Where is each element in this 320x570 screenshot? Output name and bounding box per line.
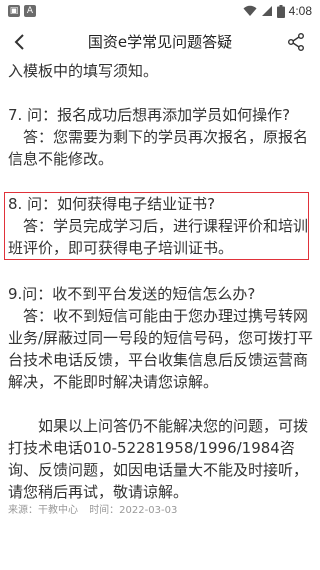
status-right: 4:08	[243, 4, 312, 18]
status-time: 4:08	[288, 4, 312, 18]
article-body: 入模板中的填写须知。 7. 问：报名成功后想再添加学员如何操作? 答：您需要为剩…	[4, 60, 314, 519]
q7-question: 7. 问：报名成功后想再添加学员如何操作?	[8, 106, 291, 124]
time-label: 时间：2022-03-03	[89, 505, 178, 516]
q8-answer: 答：学员完成学习后，进行课程评价和培训班评价，即可获得电子培训证书。	[8, 217, 309, 257]
q8-highlight-box: 8. 问：如何获得电子结业证书? 答：学员完成学习后，进行课程评价和培训班评价，…	[4, 192, 309, 260]
q9-question: 9.问：收不到平台发送的短信怎么办?	[8, 285, 256, 303]
a-icon: A	[24, 5, 36, 17]
wifi-icon	[243, 5, 257, 16]
chevron-left-icon[interactable]	[10, 32, 30, 52]
battery-icon	[276, 4, 285, 18]
status-bar: ▣ A 4:08	[0, 0, 320, 24]
title-bar: 国资e学常见问题答疑	[0, 24, 320, 60]
source-label: 来源：干教中心	[8, 505, 78, 516]
status-left: ▣ A	[8, 5, 36, 17]
q8-question: 8. 问：如何获得电子结业证书?	[8, 195, 216, 213]
page-title: 国资e学常见问题答疑	[87, 33, 233, 51]
closing-paragraph: 如果以上问答仍不能解决您的问题，可拨打技术电话010-52281958/1996…	[8, 417, 309, 501]
signal-icon	[261, 6, 272, 16]
share-icon[interactable]	[286, 32, 306, 52]
intro-tail: 入模板中的填写须知。	[8, 62, 159, 80]
q7-answer: 答：您需要为剩下的学员再次报名，原报名信息不能修改。	[8, 128, 309, 168]
q9-answer: 答：收不到短信可能由于您办理过携号转网业务/屏蔽过同一号段的短信号码，您可拨打平…	[8, 307, 314, 391]
article-meta: 来源：干教中心 时间：2022-03-03	[8, 503, 314, 519]
notification-icon: ▣	[8, 5, 20, 17]
